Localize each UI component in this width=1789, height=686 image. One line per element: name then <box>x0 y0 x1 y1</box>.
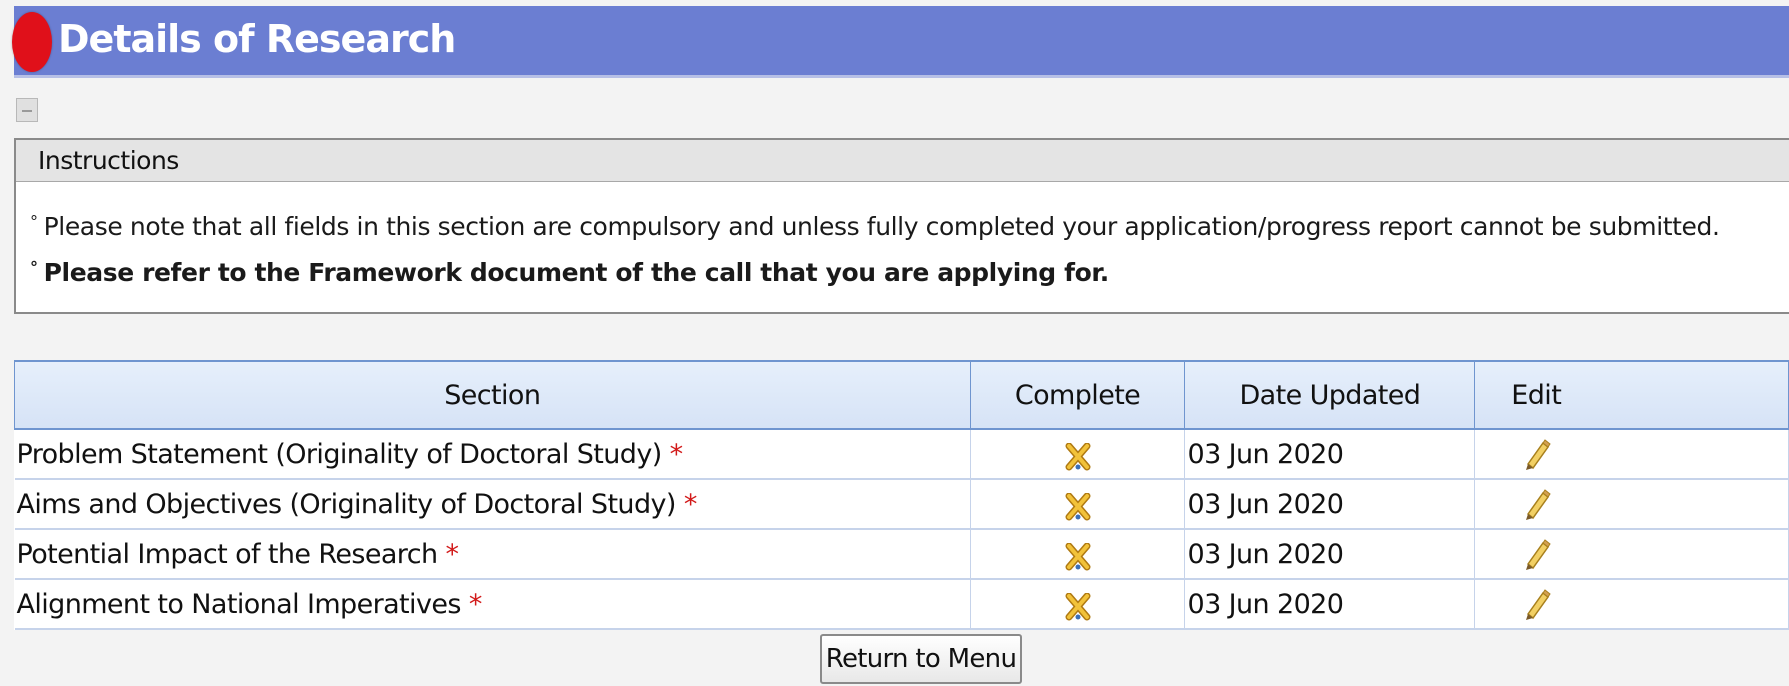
bullet-icon: ° <box>30 212 38 231</box>
complete-cell <box>970 429 1186 480</box>
column-header-edit[interactable]: Edit <box>1474 360 1789 430</box>
section-name-cell: Aims and Objectives (Originality of Doct… <box>14 479 971 530</box>
column-header-complete[interactable]: Complete <box>969 360 1186 430</box>
table-row: Aims and Objectives (Originality of Doct… <box>14 479 1789 530</box>
table-row: Alignment to National Imperatives * 03 Jun… <box>14 579 1789 630</box>
pencil-icon[interactable] <box>1521 587 1551 621</box>
pencil-icon[interactable] <box>1521 537 1551 571</box>
edit-cell <box>1474 429 1789 480</box>
instruction-line: ° Please note that all fields in this sec… <box>30 212 1720 241</box>
section-name-cell: Problem Statement (Originality of Doctor… <box>14 429 971 480</box>
date-updated-cell: 03 Jun 2020 <box>1184 579 1476 630</box>
incomplete-x-icon <box>1065 542 1091 571</box>
collapse-toggle-icon[interactable] <box>16 98 38 122</box>
instructions-panel: Instructions ° Please note that all field… <box>14 138 1789 314</box>
date-updated-cell: 03 Jun 2020 <box>1184 529 1476 580</box>
section-name: Problem Statement (Originality of Doctor… <box>16 438 663 470</box>
section-name-cell: Potential Impact of the Research * <box>14 529 971 580</box>
edit-cell <box>1474 479 1789 530</box>
complete-cell <box>970 529 1186 580</box>
complete-cell <box>970 579 1186 630</box>
column-header-section[interactable]: Section <box>14 360 971 430</box>
table-header-row: Section Complete Date Updated Edit <box>14 360 1789 430</box>
date-updated-cell: 03 Jun 2020 <box>1184 429 1476 480</box>
page-title: Details of Research <box>58 17 456 61</box>
column-header-date-updated[interactable]: Date Updated <box>1184 360 1476 430</box>
return-to-menu-button[interactable]: Return to Menu <box>820 634 1022 684</box>
section-name: Aims and Objectives (Originality of Doct… <box>16 488 677 520</box>
table-row: Potential Impact of the Research * 03 Jun … <box>14 529 1789 580</box>
pencil-icon[interactable] <box>1521 487 1551 521</box>
required-marker: * <box>468 588 483 620</box>
sections-table: Section Complete Date Updated Edit Probl… <box>14 360 1789 630</box>
instruction-line: ° Please refer to the Framework document … <box>30 258 1109 287</box>
pencil-icon[interactable] <box>1521 437 1551 471</box>
section-name: Potential Impact of the Research <box>16 538 439 570</box>
incomplete-x-icon <box>1065 442 1091 471</box>
instruction-text: Please refer to the Framework document o… <box>43 258 1110 287</box>
section-name: Alignment to National Imperatives <box>16 588 462 620</box>
edit-cell <box>1474 529 1789 580</box>
required-marker: * <box>445 538 459 570</box>
instructions-heading: Instructions <box>16 140 1789 182</box>
required-marker: * <box>683 488 698 520</box>
date-updated-cell: 03 Jun 2020 <box>1184 479 1476 530</box>
incomplete-x-icon <box>1065 492 1091 521</box>
status-dot-icon <box>12 12 52 72</box>
bullet-icon: ° <box>30 258 38 277</box>
edit-cell <box>1474 579 1789 630</box>
section-name-cell: Alignment to National Imperatives * <box>14 579 971 630</box>
incomplete-x-icon <box>1065 592 1091 621</box>
table-row: Problem Statement (Originality of Doctor… <box>14 429 1789 480</box>
required-marker: * <box>669 438 684 470</box>
complete-cell <box>970 479 1186 530</box>
instruction-text: Please note that all fields in this sect… <box>43 212 1720 241</box>
